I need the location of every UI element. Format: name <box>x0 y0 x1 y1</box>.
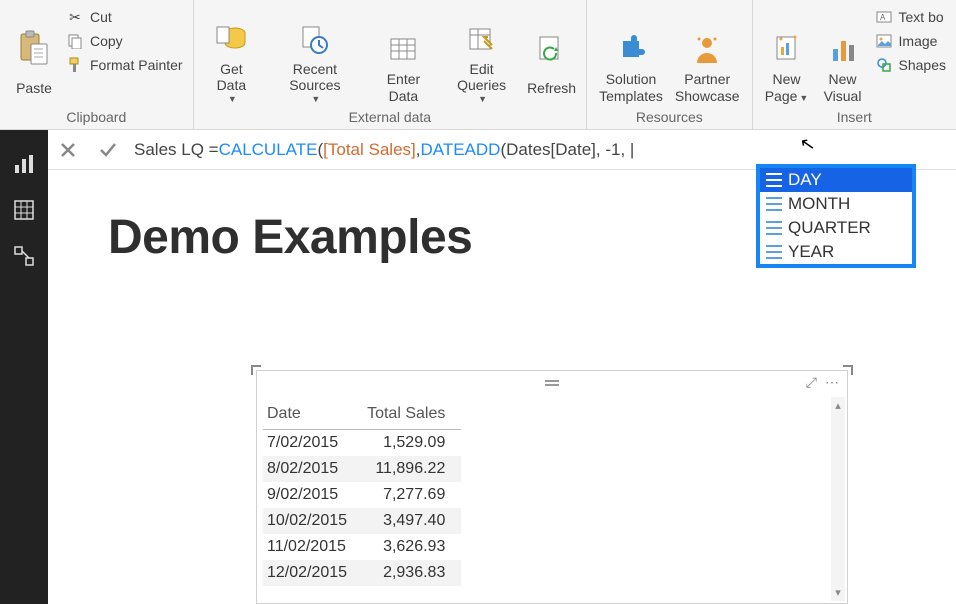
group-label-insert: Insert <box>759 107 950 127</box>
cell-date: 12/02/2015 <box>263 560 363 586</box>
edit-queries-button[interactable]: Edit Queries▼ <box>440 4 523 107</box>
cell-date: 10/02/2015 <box>263 508 363 534</box>
group-label-clipboard: Clipboard <box>6 107 187 127</box>
copy-icon <box>66 32 84 50</box>
format-painter-label: Format Painter <box>90 57 183 73</box>
intellisense-dropdown[interactable]: DAY MONTH QUARTER YEAR <box>756 164 916 268</box>
enter-data-button[interactable]: Enter Data <box>367 4 441 107</box>
paste-label: Paste <box>16 80 52 97</box>
ribbon: Paste ✂ Cut Copy Format Painter <box>0 0 956 130</box>
intellisense-item[interactable]: MONTH <box>760 192 912 216</box>
refresh-icon <box>536 29 568 69</box>
chevron-down-icon: ▼ <box>208 94 258 105</box>
partner-showcase-button[interactable]: PartnerShowcase <box>669 4 746 107</box>
intellisense-item[interactable]: YEAR <box>760 240 912 264</box>
col-header-total-sales[interactable]: Total Sales <box>363 401 461 430</box>
cell-date: 7/02/2015 <box>263 430 363 457</box>
intellisense-item[interactable]: DAY <box>760 168 912 192</box>
svg-text:A: A <box>880 13 886 22</box>
cut-button[interactable]: ✂ Cut <box>62 6 187 28</box>
report-view-button[interactable] <box>10 150 38 178</box>
data-table: Date Total Sales 7/02/20151,529.098/02/2… <box>263 401 461 586</box>
copy-label: Copy <box>90 33 123 49</box>
group-label-resources: Resources <box>593 107 745 127</box>
table-row[interactable]: 11/02/20153,626.93 <box>263 534 461 560</box>
new-visual-button[interactable]: NewVisual <box>815 4 871 107</box>
table-visual[interactable]: ⤢ ⋯ Date Total Sales 7/02/20151,529.098/… <box>256 370 848 604</box>
shapes-button[interactable]: Shapes <box>871 54 950 76</box>
intellisense-label: MONTH <box>788 194 850 214</box>
chevron-down-icon: ▼ <box>799 93 808 103</box>
cell-value: 1,529.09 <box>363 430 461 457</box>
enum-icon <box>766 221 782 235</box>
table-row[interactable]: 9/02/20157,277.69 <box>263 482 461 508</box>
ribbon-group-insert: NewPage▼ NewVisual A Text bo <box>753 0 956 129</box>
ribbon-group-clipboard: Paste ✂ Cut Copy Format Painter <box>0 0 194 129</box>
visual-body: Date Total Sales 7/02/20151,529.098/02/2… <box>257 395 847 603</box>
edit-queries-icon <box>466 19 498 59</box>
focus-mode-icon[interactable]: ⤢ <box>806 374 817 391</box>
enum-icon <box>766 197 782 211</box>
puzzle-icon <box>615 29 647 69</box>
cell-value: 11,896.22 <box>363 456 461 482</box>
person-icon <box>691 29 723 69</box>
intellisense-label: QUARTER <box>788 218 871 238</box>
format-painter-button[interactable]: Format Painter <box>62 54 187 76</box>
recent-icon <box>299 19 331 59</box>
cell-value: 3,497.40 <box>363 508 461 534</box>
formula-commit-button[interactable] <box>88 130 128 170</box>
table-icon <box>387 29 419 69</box>
table-row[interactable]: 10/02/20153,497.40 <box>263 508 461 534</box>
model-view-button[interactable] <box>10 242 38 270</box>
table-row[interactable]: 7/02/20151,529.09 <box>263 430 461 457</box>
scissors-icon: ✂ <box>66 8 84 26</box>
left-nav <box>0 130 48 604</box>
text-box-button[interactable]: A Text bo <box>871 6 950 28</box>
cell-value: 7,277.69 <box>363 482 461 508</box>
chevron-down-icon: ▼ <box>271 94 361 105</box>
new-page-button[interactable]: NewPage▼ <box>759 4 815 107</box>
solution-templates-button[interactable]: SolutionTemplates <box>593 4 669 107</box>
formula-cancel-button[interactable] <box>48 130 88 170</box>
intellisense-label: DAY <box>788 170 822 190</box>
cut-label: Cut <box>90 9 112 25</box>
col-header-date[interactable]: Date <box>263 401 363 430</box>
image-button[interactable]: Image <box>871 30 950 52</box>
refresh-button[interactable]: Refresh <box>523 4 580 107</box>
get-data-button[interactable]: Get Data▼ <box>200 4 264 107</box>
enum-icon <box>766 245 782 259</box>
intellisense-label: YEAR <box>788 242 834 262</box>
scroll-up-icon[interactable]: ▴ <box>831 399 845 412</box>
cell-value: 3,626.93 <box>363 534 461 560</box>
chevron-down-icon: ▼ <box>448 94 517 105</box>
intellisense-item[interactable]: QUARTER <box>760 216 912 240</box>
enum-icon <box>766 173 782 187</box>
database-icon <box>215 19 247 59</box>
vertical-scrollbar[interactable]: ▴ ▾ <box>831 397 845 601</box>
cell-value: 2,936.83 <box>363 560 461 586</box>
ribbon-group-external-data: Get Data▼ Recent Sources▼ Enter Data Edi… <box>194 0 588 129</box>
new-page-icon <box>771 29 803 69</box>
recent-sources-button[interactable]: Recent Sources▼ <box>263 4 367 107</box>
cell-date: 8/02/2015 <box>263 456 363 482</box>
clipboard-icon <box>17 29 51 69</box>
group-label-external: External data <box>200 107 581 127</box>
paintbrush-icon <box>66 56 84 74</box>
copy-button[interactable]: Copy <box>62 30 187 52</box>
visual-header[interactable]: ⤢ ⋯ <box>257 371 847 395</box>
cell-date: 11/02/2015 <box>263 534 363 560</box>
data-view-button[interactable] <box>10 196 38 224</box>
drag-handle-icon[interactable] <box>545 380 559 386</box>
scroll-down-icon[interactable]: ▾ <box>831 586 845 599</box>
text-box-icon: A <box>875 8 893 26</box>
paste-button[interactable]: Paste <box>6 4 62 107</box>
more-options-icon[interactable]: ⋯ <box>825 374 839 391</box>
chart-icon <box>827 29 859 69</box>
table-row[interactable]: 8/02/201511,896.22 <box>263 456 461 482</box>
cell-date: 9/02/2015 <box>263 482 363 508</box>
image-icon <box>875 32 893 50</box>
ribbon-group-resources: SolutionTemplates PartnerShowcase Resour… <box>587 0 752 129</box>
table-row[interactable]: 12/02/20152,936.83 <box>263 560 461 586</box>
shapes-icon <box>875 56 893 74</box>
